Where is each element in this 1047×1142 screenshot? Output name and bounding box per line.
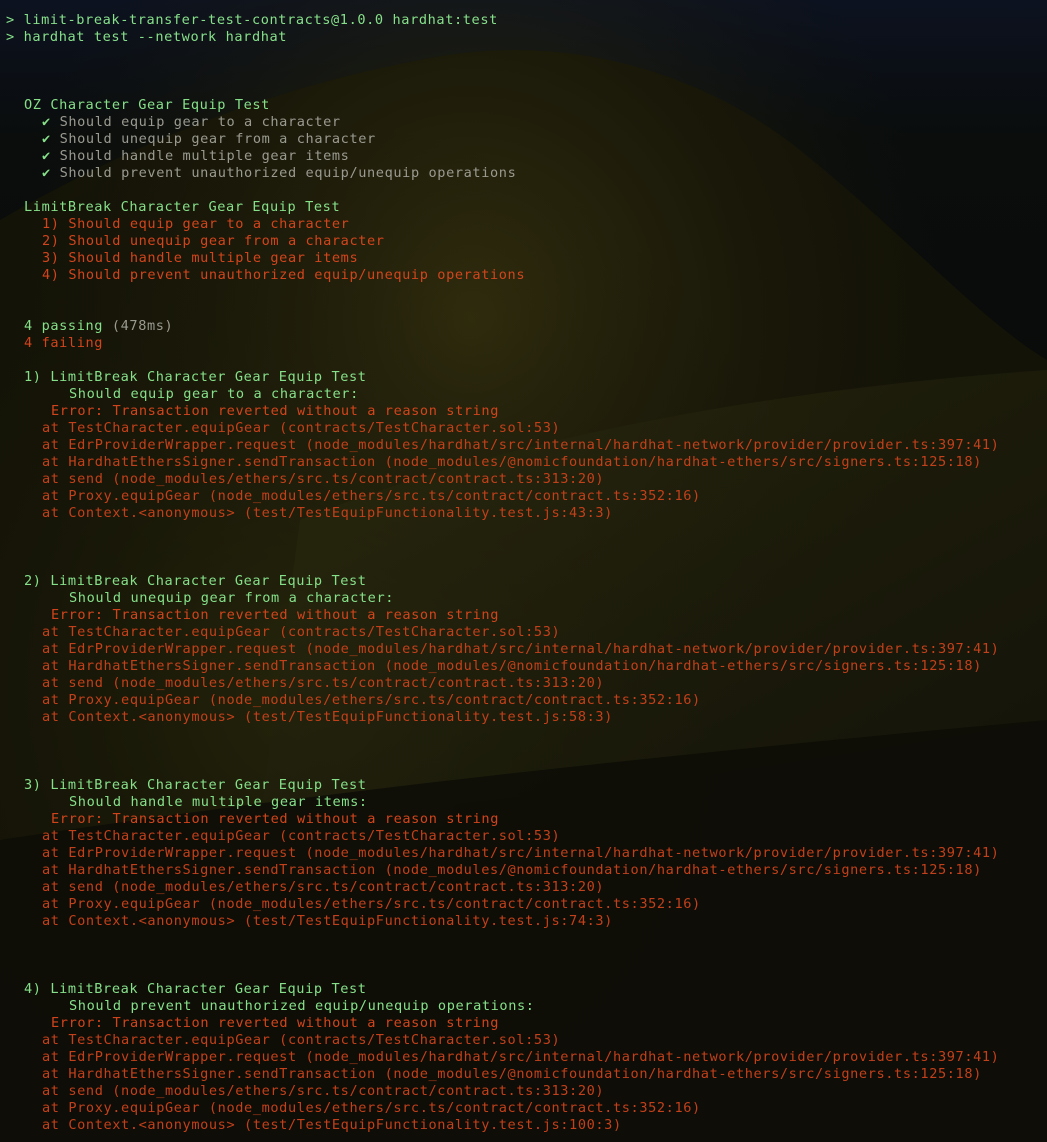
- test-failed: 1) Should equip gear to a character: [42, 216, 350, 232]
- stack-frame: at EdrProviderWrapper.request (node_modu…: [42, 437, 1000, 453]
- stack-frame: at TestCharacter.equipGear (contracts/Te…: [42, 1032, 561, 1048]
- stack-frame: at HardhatEthersSigner.sendTransaction (…: [42, 862, 982, 878]
- command-line: > limit-break-transfer-test-contracts@1.…: [6, 12, 498, 28]
- failure-error: Error: Transaction reverted without a re…: [51, 811, 499, 827]
- suite-title: OZ Character Gear Equip Test: [24, 97, 270, 113]
- stack-frame: at HardhatEthersSigner.sendTransaction (…: [42, 1066, 982, 1082]
- failure-error: Error: Transaction reverted without a re…: [51, 1015, 499, 1031]
- check-icon: ✔: [42, 148, 51, 164]
- stack-frame: at Context.<anonymous> (test/TestEquipFu…: [42, 505, 613, 521]
- stack-frame: at Context.<anonymous> (test/TestEquipFu…: [42, 1117, 622, 1133]
- failure-error: Error: Transaction reverted without a re…: [51, 607, 499, 623]
- stack-frame: at EdrProviderWrapper.request (node_modu…: [42, 1049, 1000, 1065]
- stack-frame: at Context.<anonymous> (test/TestEquipFu…: [42, 913, 613, 929]
- stack-frame: at TestCharacter.equipGear (contracts/Te…: [42, 828, 561, 844]
- stack-frame: at EdrProviderWrapper.request (node_modu…: [42, 641, 1000, 657]
- stack-frame: at send (node_modules/ethers/src.ts/cont…: [42, 675, 605, 691]
- stack-frame: at EdrProviderWrapper.request (node_modu…: [42, 845, 1000, 861]
- stack-frame: at Proxy.equipGear (node_modules/ethers/…: [42, 488, 701, 504]
- stack-frame: at send (node_modules/ethers/src.ts/cont…: [42, 879, 605, 895]
- stack-frame: at Context.<anonymous> (test/TestEquipFu…: [42, 709, 613, 725]
- passing-time: (478ms): [103, 318, 174, 334]
- test-failed: 4) Should prevent unauthorized equip/une…: [42, 267, 526, 283]
- failure-header: 3) LimitBreak Character Gear Equip Test: [24, 777, 367, 793]
- stack-frame: at HardhatEthersSigner.sendTransaction (…: [42, 658, 982, 674]
- stack-frame: at Proxy.equipGear (node_modules/ethers/…: [42, 1100, 701, 1116]
- failure-test-name: Should prevent unauthorized equip/unequi…: [69, 998, 535, 1014]
- failure-header: 2) LimitBreak Character Gear Equip Test: [24, 573, 367, 589]
- failure-header: 1) LimitBreak Character Gear Equip Test: [24, 369, 367, 385]
- test-failed: 2) Should unequip gear from a character: [42, 233, 385, 249]
- passing-count: 4 passing: [24, 318, 104, 334]
- test-label: Should equip gear to a character: [50, 114, 341, 130]
- failure-error: Error: Transaction reverted without a re…: [51, 403, 499, 419]
- failure-test-name: Should unequip gear from a character:: [69, 590, 395, 606]
- suite-title: LimitBreak Character Gear Equip Test: [24, 199, 341, 215]
- stack-frame: at Proxy.equipGear (node_modules/ethers/…: [42, 896, 701, 912]
- stack-frame: at TestCharacter.equipGear (contracts/Te…: [42, 624, 561, 640]
- test-label: Should prevent unauthorized equip/unequi…: [50, 165, 517, 181]
- failure-header: 4) LimitBreak Character Gear Equip Test: [24, 981, 367, 997]
- summary-failing: 4 failing: [24, 335, 104, 351]
- failure-test-name: Should equip gear to a character:: [69, 386, 359, 402]
- summary-passing: 4 passing (478ms): [6, 318, 1047, 335]
- test-label: Should unequip gear from a character: [50, 131, 376, 147]
- stack-frame: at HardhatEthersSigner.sendTransaction (…: [42, 454, 982, 470]
- command-line: > hardhat test --network hardhat: [6, 29, 288, 45]
- test-passed: ✔ Should prevent unauthorized equip/uneq…: [6, 165, 1047, 182]
- test-label: Should handle multiple gear items: [50, 148, 350, 164]
- stack-frame: at Proxy.equipGear (node_modules/ethers/…: [42, 692, 701, 708]
- test-failed: 3) Should handle multiple gear items: [42, 250, 359, 266]
- terminal-output[interactable]: > limit-break-transfer-test-contracts@1.…: [0, 0, 1047, 1142]
- check-icon: ✔: [42, 165, 51, 181]
- test-passed: ✔ Should unequip gear from a character: [6, 131, 1047, 148]
- test-passed: ✔ Should handle multiple gear items: [6, 148, 1047, 165]
- stack-frame: at send (node_modules/ethers/src.ts/cont…: [42, 1083, 605, 1099]
- failure-test-name: Should handle multiple gear items:: [69, 794, 368, 810]
- check-icon: ✔: [42, 131, 51, 147]
- test-passed: ✔ Should equip gear to a character: [6, 114, 1047, 131]
- stack-frame: at TestCharacter.equipGear (contracts/Te…: [42, 420, 561, 436]
- stack-frame: at send (node_modules/ethers/src.ts/cont…: [42, 471, 605, 487]
- check-icon: ✔: [42, 114, 51, 130]
